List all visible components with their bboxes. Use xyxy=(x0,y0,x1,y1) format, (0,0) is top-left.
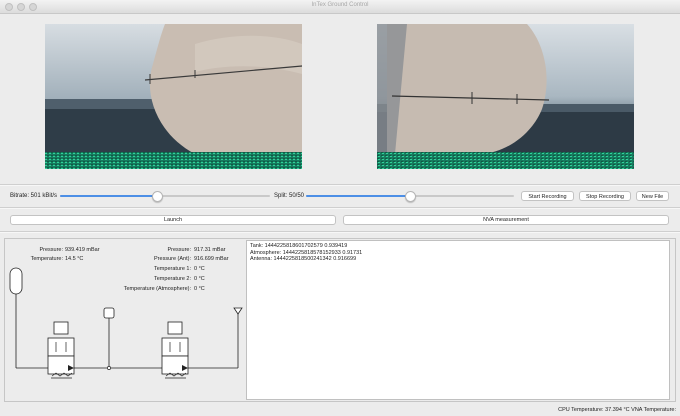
atmosphere-pressure-value: 917.31 mBar xyxy=(194,247,226,253)
bitrate-slider-fill xyxy=(60,195,157,197)
window-titlebar: InTex Ground Control xyxy=(0,0,680,14)
left-camera-image xyxy=(45,24,302,169)
window-title: InTex Ground Control xyxy=(311,2,369,8)
vna-temperature: VNA Temperature: xyxy=(631,407,676,413)
start-recording-button[interactable]: Start Recording xyxy=(521,191,574,201)
antenna-icon xyxy=(233,307,243,315)
atmosphere-pressure-label: Pressure: xyxy=(167,247,191,253)
tank-pressure-value: 939.419 mBar xyxy=(65,247,100,253)
separator xyxy=(0,207,680,209)
new-file-button[interactable]: New File xyxy=(636,191,669,201)
valve-2-icon xyxy=(161,321,189,379)
split-slider[interactable] xyxy=(306,191,514,202)
log-line: Antenna: 1444225818500241342 0.916699 xyxy=(250,256,357,262)
pneumatic-diagram xyxy=(9,267,243,379)
right-camera-image xyxy=(377,24,634,169)
nva-measurement-button[interactable]: NVA measurement xyxy=(343,215,669,225)
right-camera-feed xyxy=(377,24,634,169)
cpu-temperature: CPU Temperature: 37.394 °C xyxy=(558,407,630,413)
tank-icon xyxy=(9,267,23,295)
valve-1-icon xyxy=(47,321,75,379)
separator xyxy=(0,231,680,233)
split-label: Split: 50/50 xyxy=(274,193,305,199)
bitrate-label: Bitrate: 501 kBit/s xyxy=(10,193,58,199)
bitrate-slider[interactable] xyxy=(60,191,270,202)
stop-recording-button[interactable]: Stop Recording xyxy=(579,191,631,201)
bitrate-slider-knob[interactable] xyxy=(151,191,163,202)
separator xyxy=(0,184,680,186)
pressure-sensor-icon xyxy=(103,307,115,370)
left-camera-feed xyxy=(45,24,302,169)
tank-pressure-label: Pressure: xyxy=(39,247,63,253)
status-bar: CPU Temperature: 37.394 °C VNA Temperatu… xyxy=(0,405,680,416)
split-slider-fill xyxy=(306,195,410,197)
telemetry-log[interactable]: Tank: 1444225818601702579 0.939419 Atmos… xyxy=(246,240,670,400)
status-text: CPU Temperature: 37.394 °C VNA Temperatu… xyxy=(558,407,676,413)
launch-button[interactable]: Launch xyxy=(10,215,336,225)
split-slider-knob[interactable] xyxy=(405,191,416,202)
